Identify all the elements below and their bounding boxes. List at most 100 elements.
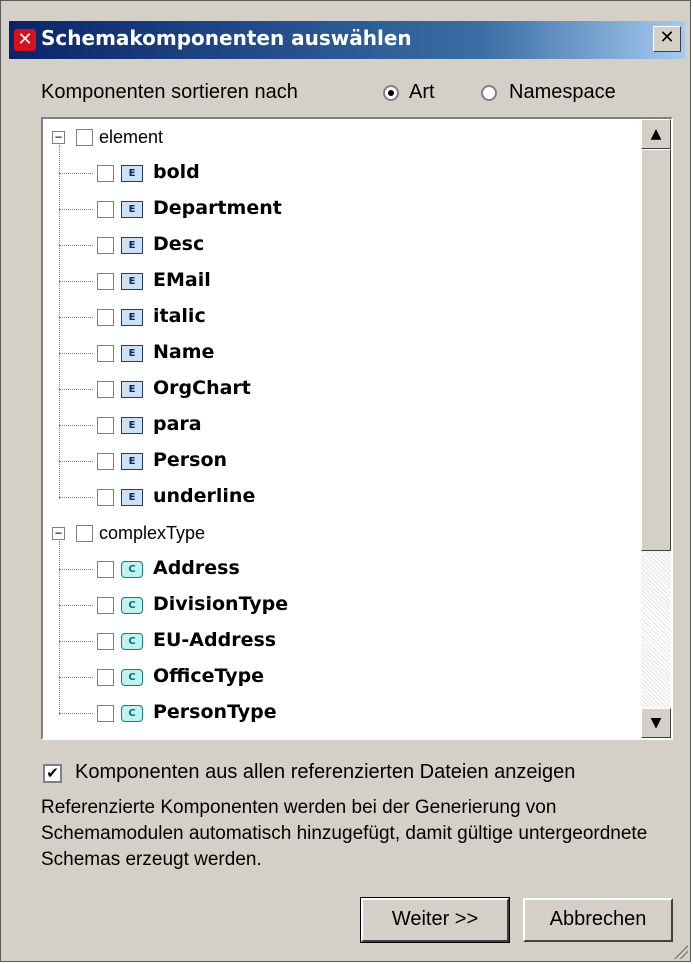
collapse-icon[interactable]: − [52, 131, 65, 144]
item-checkbox[interactable] [97, 345, 114, 362]
tree-connector-vertical [59, 541, 60, 715]
tree-item[interactable]: Epara [43, 409, 641, 445]
close-button[interactable]: ✕ [653, 26, 681, 52]
element-icon: E [121, 381, 143, 398]
tree-connector [59, 317, 93, 318]
group-checkbox[interactable] [76, 129, 93, 146]
dialog-window: ✕ Schemakomponenten auswählen ✕ Komponen… [0, 0, 691, 962]
tree-item[interactable]: C OfficeType [43, 661, 641, 697]
tree-connector [59, 677, 93, 678]
tree-item[interactable]: E Name [43, 337, 641, 373]
tree-item[interactable]: C EU-Address [43, 625, 641, 661]
radio-art[interactable] [383, 85, 399, 101]
element-icon: E [121, 345, 143, 362]
show-all-files-label[interactable]: Komponenten aus allen referenzierten Dat… [75, 761, 575, 784]
element-icon: E [121, 309, 143, 326]
tree-group-element[interactable]: − element [43, 121, 641, 157]
tree-connector [59, 281, 93, 282]
item-label: bold [153, 161, 200, 183]
resize-grip[interactable] [672, 943, 688, 959]
item-checkbox[interactable] [97, 309, 114, 326]
tree-connector [59, 461, 93, 462]
element-icon: E [121, 273, 143, 290]
tree-item[interactable]: C PersonType [43, 697, 641, 733]
sort-label: Komponenten sortieren nach [41, 81, 298, 103]
item-checkbox[interactable] [97, 597, 114, 614]
item-checkbox[interactable] [97, 633, 114, 650]
element-icon: E [121, 165, 143, 182]
item-label: PersonType [153, 701, 277, 723]
tree-item[interactable]: E Person [43, 445, 641, 481]
item-label: italic [153, 305, 206, 327]
item-checkbox[interactable] [97, 165, 114, 182]
complextype-icon: C [121, 561, 143, 578]
next-button[interactable]: Weiter >> [360, 897, 510, 943]
item-checkbox[interactable] [97, 489, 114, 506]
tree-connector [59, 497, 93, 498]
cancel-button[interactable]: Abbrechen [523, 898, 673, 942]
complextype-icon: C [121, 597, 143, 614]
element-icon: E [121, 453, 143, 470]
tree-item[interactable]: Ebold [43, 157, 641, 193]
tree-connector [59, 245, 93, 246]
collapse-icon[interactable]: − [52, 527, 65, 540]
tree-connector [59, 569, 93, 570]
tree-item[interactable]: Eunderline [43, 481, 641, 517]
tree-item[interactable]: E OrgChart [43, 373, 641, 409]
tree-connector-vertical [59, 145, 60, 499]
item-label: OfficeType [153, 665, 265, 687]
item-label: EU-Address [153, 629, 277, 651]
tree-connector [59, 209, 93, 210]
item-checkbox[interactable] [97, 273, 114, 290]
tree-item[interactable]: E EMail [43, 265, 641, 301]
item-checkbox[interactable] [97, 417, 114, 434]
item-checkbox[interactable] [97, 705, 114, 722]
item-label: para [153, 413, 202, 435]
item-checkbox[interactable] [97, 669, 114, 686]
tree-item[interactable]: Eitalic [43, 301, 641, 337]
scroll-up-button[interactable]: ▲ [641, 119, 671, 149]
vertical-scrollbar[interactable]: ▲ ▼ [641, 119, 671, 738]
show-all-files-checkbox[interactable]: ✔ [43, 764, 62, 783]
complextype-icon: C [121, 669, 143, 686]
tree-connector [59, 353, 93, 354]
app-logo-icon: ✕ [14, 29, 36, 51]
item-checkbox[interactable] [97, 381, 114, 398]
tree-item[interactable]: E Desc [43, 229, 641, 265]
group-label: element [99, 127, 164, 147]
tree-connector [59, 389, 93, 390]
item-label: DivisionType [153, 593, 289, 615]
tree-content: − element Ebold E Department E Desc E EMail Eital… [43, 119, 641, 738]
info-text: Referenzierte Komponenten werden bei der… [41, 797, 648, 870]
tree-connector [59, 605, 93, 606]
item-label: Name [153, 341, 215, 363]
group-checkbox[interactable] [76, 525, 93, 542]
tree-connector [59, 425, 93, 426]
item-checkbox[interactable] [97, 561, 114, 578]
element-icon: E [121, 417, 143, 434]
tree-item[interactable]: C DivisionType [43, 589, 641, 625]
radio-namespace[interactable] [481, 85, 497, 101]
tree-connector [59, 641, 93, 642]
item-label: Address [153, 557, 240, 579]
item-label: OrgChart [153, 377, 251, 399]
element-icon: E [121, 237, 143, 254]
component-tree[interactable]: − element Ebold E Department E Desc E EMail Eital… [41, 117, 673, 740]
complextype-icon: C [121, 705, 143, 722]
item-checkbox[interactable] [97, 453, 114, 470]
item-checkbox[interactable] [97, 237, 114, 254]
tree-item[interactable]: E Department [43, 193, 641, 229]
tree-group-complexType[interactable]: − complexType [43, 517, 641, 553]
tree-item[interactable]: C Address [43, 553, 641, 589]
item-checkbox[interactable] [97, 201, 114, 218]
element-icon: E [121, 489, 143, 506]
group-label: complexType [99, 523, 206, 543]
title-bar[interactable]: ✕ Schemakomponenten auswählen ✕ [9, 21, 685, 59]
item-label: Department [153, 197, 282, 219]
item-label: Person [153, 449, 228, 471]
scrollbar-thumb[interactable] [641, 149, 671, 551]
radio-art-label[interactable]: Art [409, 81, 435, 104]
radio-namespace-label[interactable]: Namespace [509, 81, 616, 104]
item-label: EMail [153, 269, 211, 291]
scroll-down-button[interactable]: ▼ [641, 708, 671, 738]
